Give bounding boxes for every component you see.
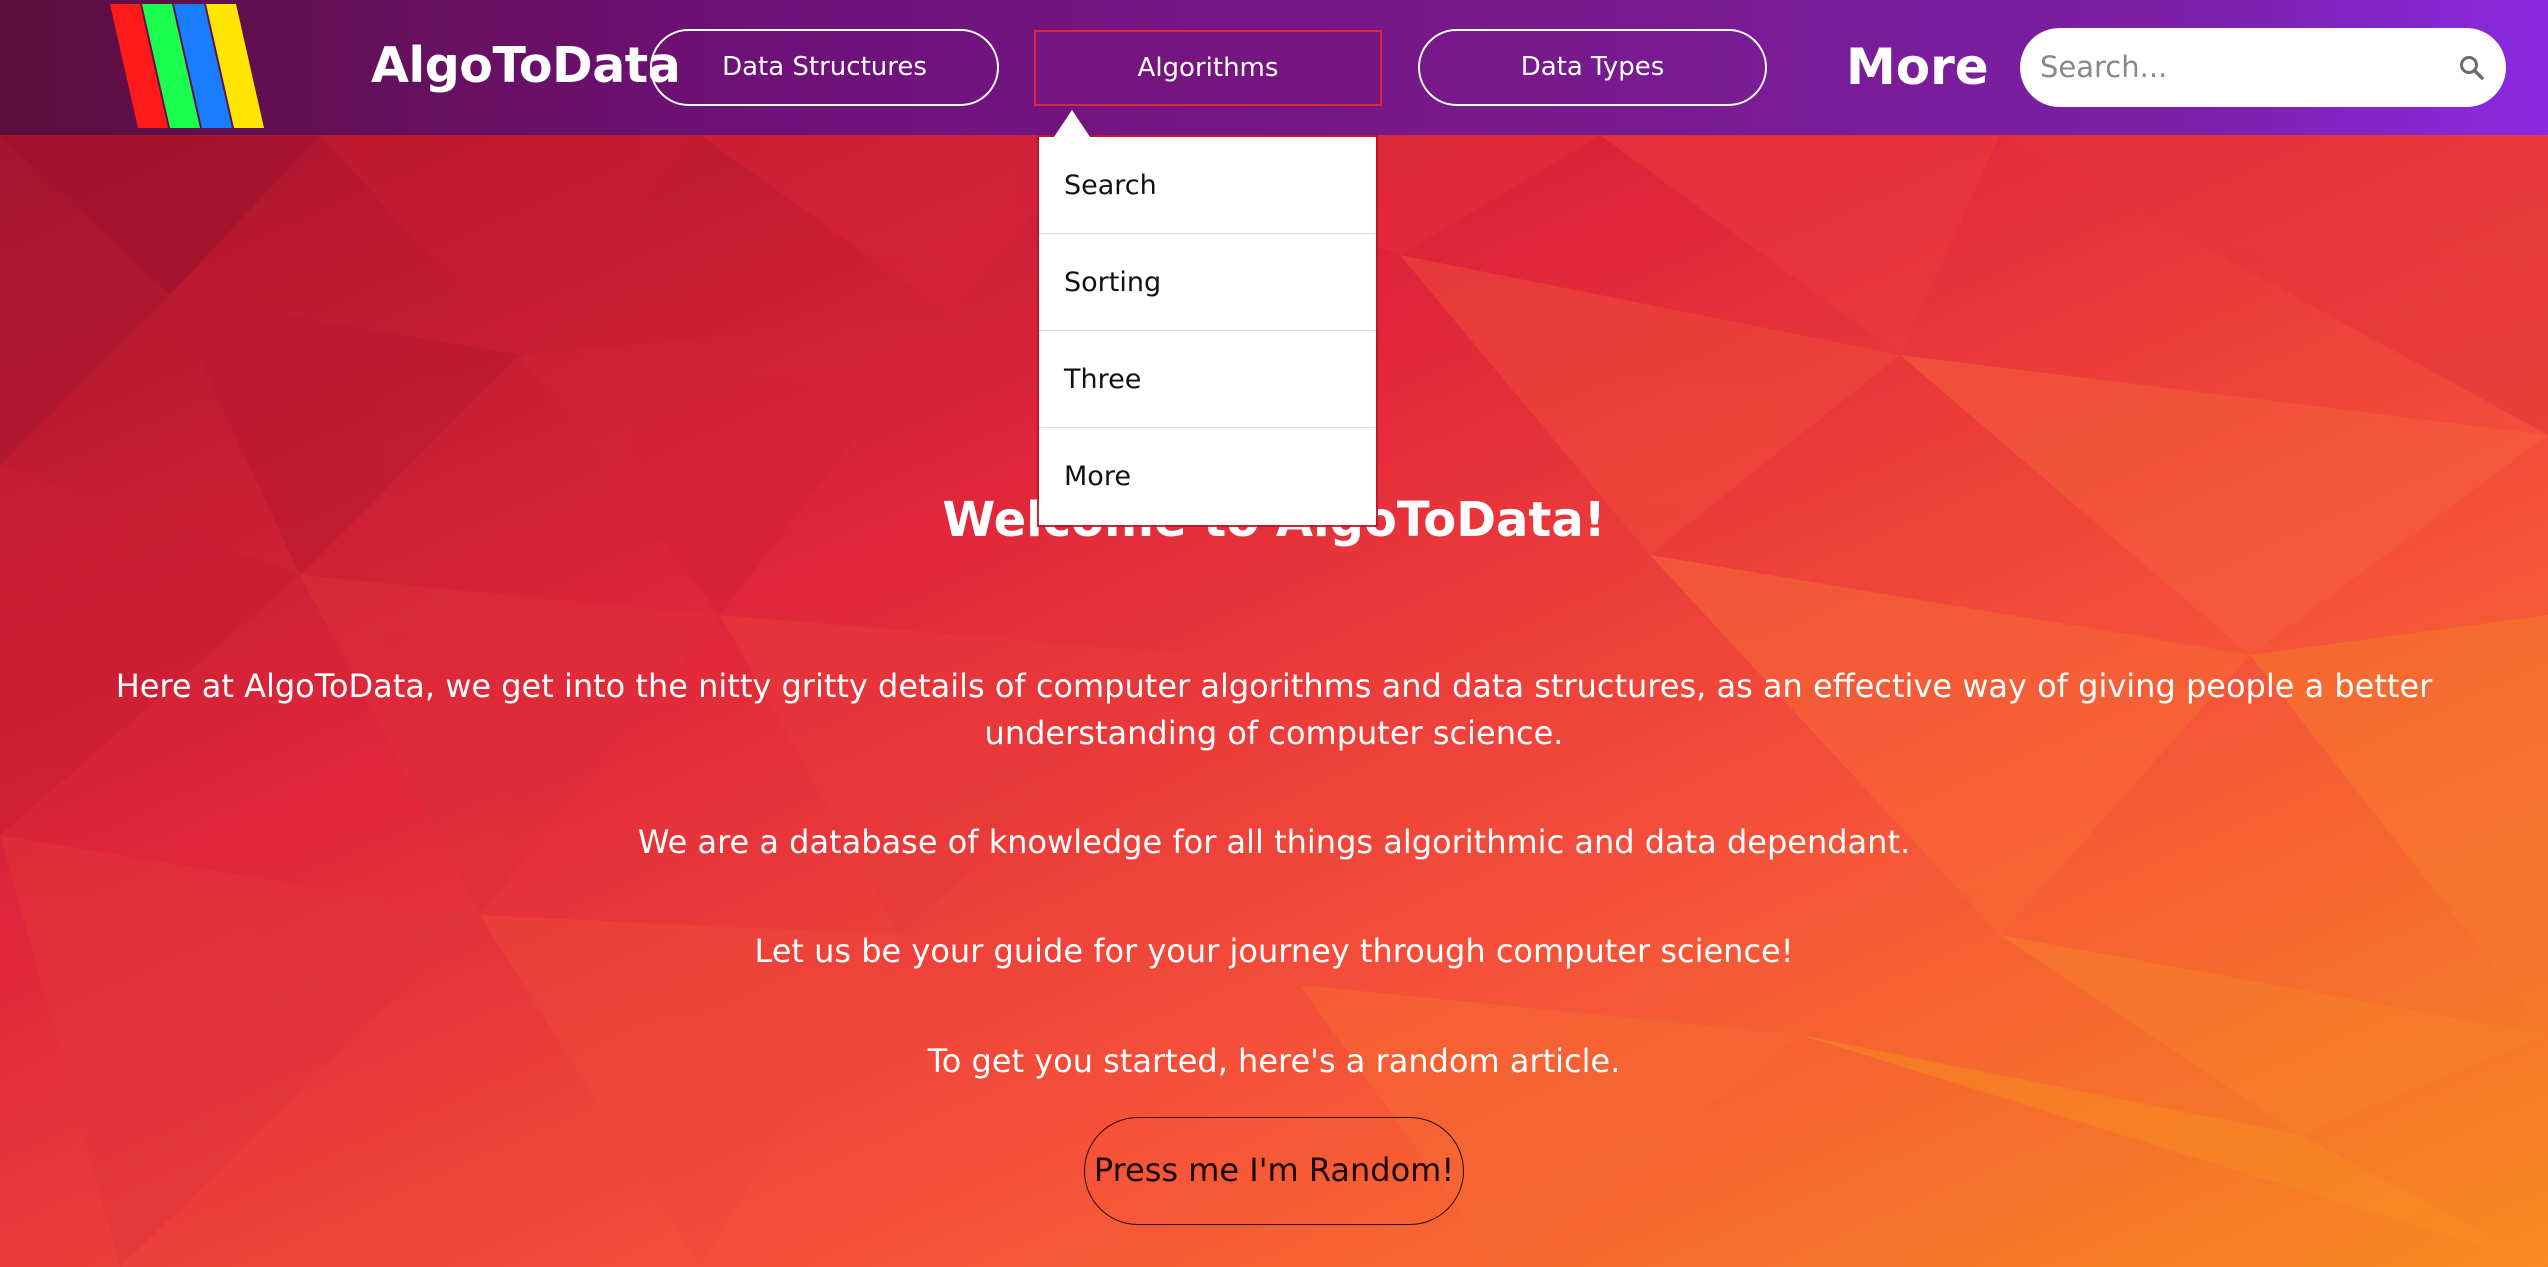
search-icon[interactable]	[2457, 53, 2487, 83]
dropdown-item-three[interactable]: Three	[1039, 331, 1376, 428]
search-input[interactable]	[2040, 38, 2430, 96]
random-article-paragraph: To get you started, here's a random arti…	[927, 1042, 1621, 1080]
dropdown-caret	[1054, 110, 1090, 137]
algorithms-dropdown-menu: Search Sorting Three More	[1039, 137, 1376, 525]
brand-title[interactable]: AlgoToData	[371, 36, 681, 96]
guide-paragraph: Let us be your guide for your journey th…	[754, 932, 1794, 970]
database-paragraph: We are a database of knowledge for all t…	[637, 823, 1911, 861]
site-logo[interactable]	[100, 0, 280, 132]
random-article-button[interactable]: Press me I'm Random!	[1084, 1117, 1464, 1225]
nav-data-structures-button[interactable]: Data Structures	[650, 29, 999, 106]
dropdown-item-search[interactable]: Search	[1039, 137, 1376, 234]
nav-more-link[interactable]: More	[1846, 34, 1989, 100]
intro-paragraph: Here at AlgoToData, we get into the nitt…	[115, 667, 2433, 752]
top-navbar: AlgoToData Data Structures Algorithms Da…	[0, 0, 2548, 135]
nav-data-types-button[interactable]: Data Types	[1418, 29, 1767, 106]
nav-algorithms-button[interactable]: Algorithms	[1034, 30, 1382, 106]
dropdown-item-more[interactable]: More	[1039, 428, 1376, 525]
dropdown-item-sorting[interactable]: Sorting	[1039, 234, 1376, 331]
search-box	[2020, 28, 2506, 107]
